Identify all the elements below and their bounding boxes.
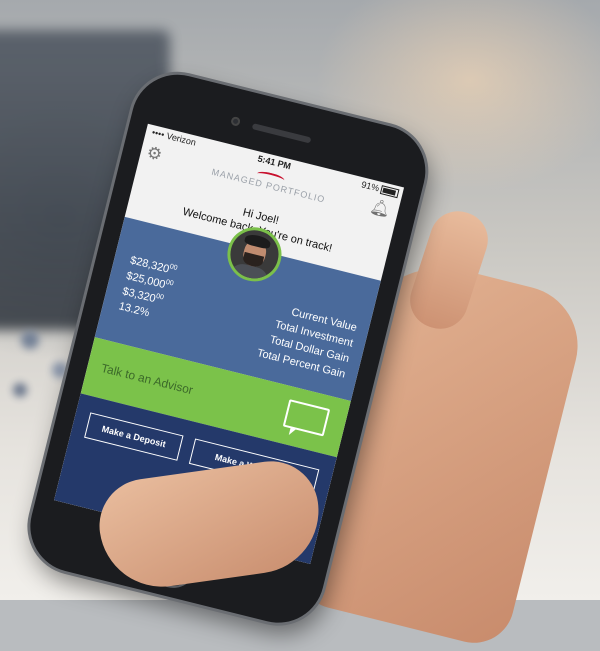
advisor-label: Talk to an Advisor — [99, 360, 195, 398]
earpiece — [251, 123, 312, 144]
front-camera — [230, 115, 242, 127]
make-deposit-button[interactable]: Make a Deposit — [84, 412, 184, 461]
chat-bubble-icon — [282, 399, 331, 437]
